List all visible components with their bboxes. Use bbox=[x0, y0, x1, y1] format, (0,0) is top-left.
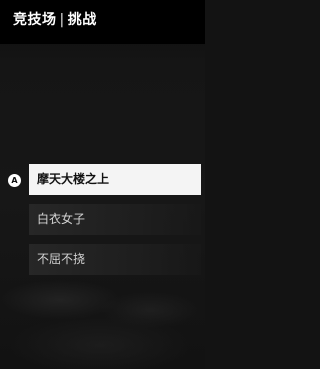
challenge-list: 摩天大楼之上 白衣女子 不屈不挠 bbox=[29, 164, 201, 284]
title-bar: 竞技场 | 挑战 bbox=[0, 0, 205, 44]
challenge-item-1[interactable]: 摩天大楼之上 bbox=[29, 164, 201, 195]
challenge-item-3[interactable]: 不屈不挠 bbox=[29, 244, 201, 275]
challenge-item-2[interactable]: 白衣女子 bbox=[29, 204, 201, 235]
title-section: 竞技场 bbox=[13, 12, 57, 28]
title-separator: | bbox=[59, 12, 65, 28]
page-title: 竞技场 | 挑战 bbox=[13, 11, 97, 29]
title-mode: 挑战 bbox=[67, 12, 97, 28]
a-button-icon[interactable]: A bbox=[8, 174, 21, 187]
